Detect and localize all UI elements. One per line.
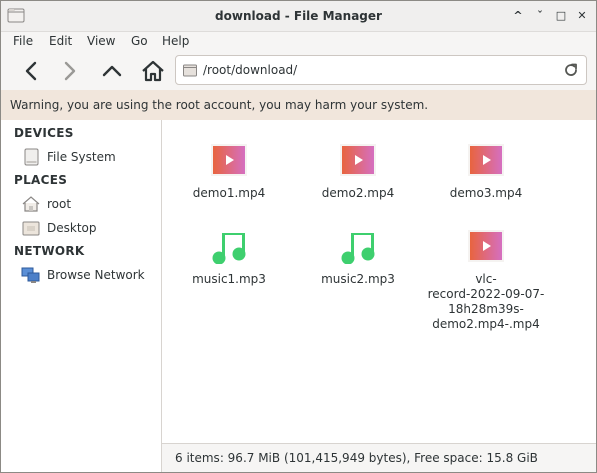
warning-text: Warning, you are using the root account,… xyxy=(10,98,429,112)
menu-file[interactable]: File xyxy=(13,34,33,48)
video-file-icon xyxy=(211,144,247,176)
video-file-icon xyxy=(468,230,504,262)
sidebar-heading-devices: DEVICES xyxy=(14,126,74,140)
file-item-audio[interactable]: music2.mp3 xyxy=(298,228,418,298)
video-file-icon xyxy=(340,144,376,176)
sidebar-bottom xyxy=(1,443,162,472)
file-item-video[interactable]: demo3.mp4 xyxy=(426,142,546,212)
file-name: music1.mp3 xyxy=(192,272,266,286)
menu-go[interactable]: Go xyxy=(131,34,148,48)
sidebar-item-browse-network[interactable]: Browse Network xyxy=(21,265,159,285)
location-path: /root/download/ xyxy=(203,63,298,77)
drive-icon xyxy=(24,148,39,166)
home-icon[interactable] xyxy=(138,56,168,86)
sidebar-item-root[interactable]: root xyxy=(21,194,159,214)
menu-help[interactable]: Help xyxy=(162,34,189,48)
file-item-video[interactable]: demo2.mp4 xyxy=(298,142,418,212)
sidebar: DEVICES File System PLACES root Desktop xyxy=(1,120,162,472)
file-manager-window: download - File Manager ^ ˇ □ ✕ File Edi… xyxy=(0,0,597,473)
file-item-audio[interactable]: music1.mp3 xyxy=(169,228,289,298)
reload-icon[interactable] xyxy=(562,61,580,79)
up-arrow-icon[interactable] xyxy=(97,56,127,86)
sidebar-heading-places: PLACES xyxy=(14,173,68,187)
minimize-button[interactable]: ^ xyxy=(509,7,527,25)
restore-button[interactable]: ˇ xyxy=(531,7,549,25)
status-bar: 6 items: 96.7 MiB (101,415,949 bytes), F… xyxy=(162,443,596,472)
sidebar-item-label: root xyxy=(47,197,72,211)
back-arrow-icon[interactable] xyxy=(16,56,46,86)
menu-bar: File Edit View Go Help xyxy=(1,32,596,52)
sidebar-item-label: Browse Network xyxy=(47,268,145,282)
desktop-folder-icon xyxy=(22,221,40,236)
music-note-icon xyxy=(212,233,246,264)
sidebar-item-label: Desktop xyxy=(47,221,97,235)
sidebar-item-desktop[interactable]: Desktop xyxy=(21,218,159,238)
file-name: demo2.mp4 xyxy=(321,186,395,200)
folder-icon xyxy=(183,64,197,77)
location-bar[interactable]: /root/download/ xyxy=(175,55,587,85)
root-warning-bar: Warning, you are using the root account,… xyxy=(1,90,596,120)
menu-edit[interactable]: Edit xyxy=(49,34,72,48)
file-name: music2.mp3 xyxy=(321,272,395,286)
sidebar-item-file-system[interactable]: File System xyxy=(21,147,159,167)
close-button[interactable]: ✕ xyxy=(573,7,591,25)
menu-view[interactable]: View xyxy=(87,34,115,48)
sidebar-heading-network: NETWORK xyxy=(14,244,85,258)
title-bar[interactable]: download - File Manager ^ ˇ □ ✕ xyxy=(1,1,596,32)
file-view[interactable]: demo1.mp4 demo2.mp4 demo3.mp4 music1.mp3… xyxy=(162,120,596,443)
home-folder-icon xyxy=(22,196,40,212)
file-item-video[interactable]: demo1.mp4 xyxy=(169,142,289,212)
video-file-icon xyxy=(468,144,504,176)
music-note-icon xyxy=(341,233,375,264)
forward-arrow-icon[interactable] xyxy=(55,56,85,86)
status-text: 6 items: 96.7 MiB (101,415,949 bytes), F… xyxy=(175,451,538,465)
window-title: download - File Manager xyxy=(215,9,382,23)
maximize-button[interactable]: □ xyxy=(552,7,570,25)
file-name: demo1.mp4 xyxy=(192,186,266,200)
file-name: demo3.mp4 xyxy=(449,186,523,200)
file-item-video[interactable]: vlc- record-2022-09-07- 18h28m39s- demo2… xyxy=(426,228,546,338)
network-icon xyxy=(21,267,40,283)
file-name: vlc- record-2022-09-07- 18h28m39s- demo2… xyxy=(427,272,545,331)
sidebar-item-label: File System xyxy=(47,150,116,164)
